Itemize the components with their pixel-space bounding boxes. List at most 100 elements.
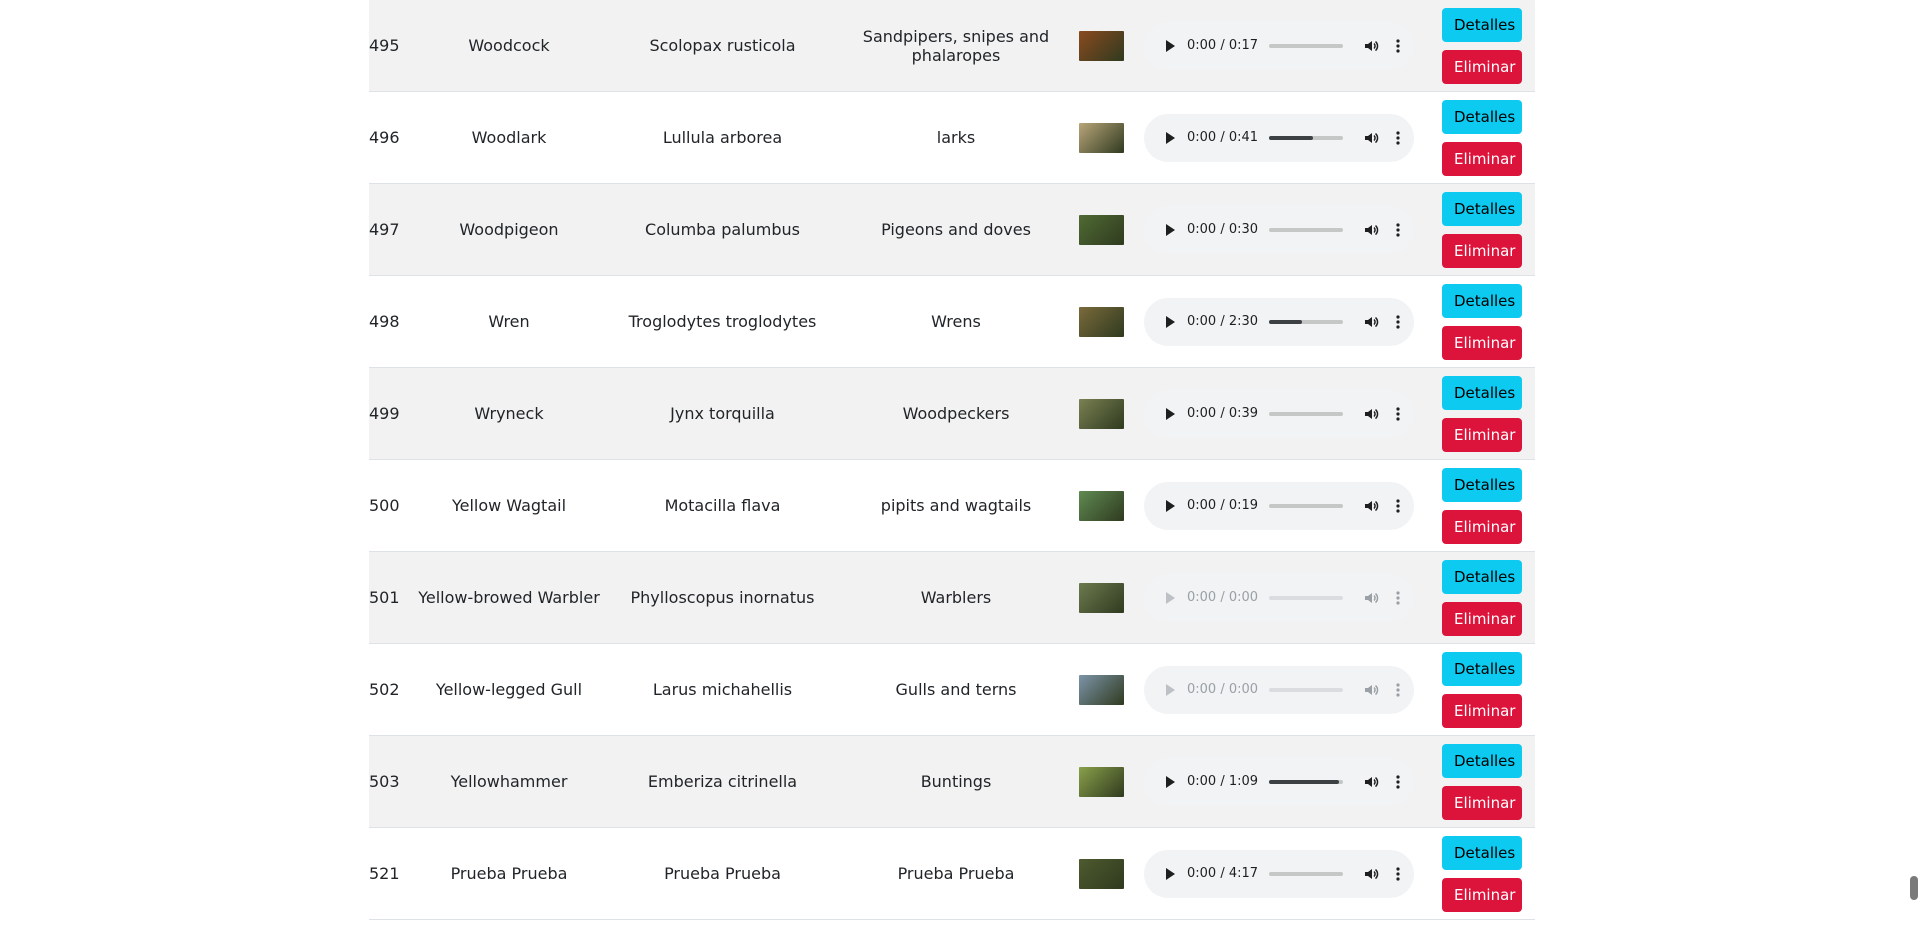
more-options-icon[interactable] — [1395, 222, 1401, 238]
audio-seek-slider[interactable] — [1269, 227, 1343, 232]
scrollbar-thumb[interactable] — [1910, 876, 1918, 900]
delete-button[interactable]: Eliminar — [1442, 233, 1522, 268]
more-options-icon[interactable] — [1395, 406, 1401, 422]
delete-button[interactable]: Eliminar — [1442, 49, 1522, 84]
vertical-scrollbar[interactable] — [1908, 0, 1920, 926]
details-button[interactable]: Detalles — [1442, 191, 1522, 226]
volume-icon[interactable] — [1363, 130, 1379, 146]
audio-seek-slider[interactable] — [1269, 43, 1343, 48]
details-button[interactable]: Detalles — [1442, 283, 1522, 318]
volume-icon[interactable] — [1363, 590, 1379, 606]
play-icon[interactable] — [1166, 223, 1175, 236]
more-options-icon[interactable] — [1395, 590, 1401, 606]
more-options-icon[interactable] — [1395, 498, 1401, 514]
audio-player[interactable]: 0:00 / 2:30 — [1144, 297, 1414, 346]
delete-button[interactable]: Eliminar — [1442, 325, 1522, 360]
row-scientific-name: Jynx torquilla — [601, 367, 844, 460]
volume-icon[interactable] — [1363, 314, 1379, 330]
audio-seek-slider[interactable] — [1269, 411, 1343, 416]
more-options-icon[interactable] — [1395, 866, 1401, 882]
audio-seek-slider[interactable] — [1269, 319, 1343, 324]
play-icon[interactable] — [1166, 867, 1175, 880]
row-scientific-name: Emberiza citrinella — [601, 735, 844, 828]
row-scientific-name: Phylloscopus inornatus — [601, 551, 844, 644]
row-common-name: Yellowhammer — [417, 735, 601, 828]
more-options-icon[interactable] — [1395, 314, 1401, 330]
audio-player[interactable]: 0:00 / 0:30 — [1144, 205, 1414, 254]
details-button[interactable]: Detalles — [1442, 835, 1522, 870]
more-options-icon[interactable] — [1395, 774, 1401, 790]
audio-time: 0:00 / 0:41 — [1187, 130, 1259, 145]
audio-player[interactable]: 0:00 / 0:00 — [1144, 573, 1414, 622]
audio-seek-slider[interactable] — [1269, 595, 1343, 600]
row-family: Gulls and terns — [844, 643, 1068, 736]
play-icon[interactable] — [1166, 407, 1175, 420]
volume-icon[interactable] — [1363, 774, 1379, 790]
audio-seek-fill — [1269, 779, 1340, 784]
audio-player[interactable]: 0:00 / 4:17 — [1144, 849, 1414, 898]
delete-button[interactable]: Eliminar — [1442, 141, 1522, 176]
more-options-icon[interactable] — [1395, 682, 1401, 698]
delete-button[interactable]: Eliminar — [1442, 601, 1522, 636]
row-actions: Detalles Eliminar — [1429, 835, 1535, 912]
more-options-icon[interactable] — [1395, 130, 1401, 146]
table-row: 502 Yellow-legged Gull Larus michahellis… — [369, 643, 1535, 736]
row-common-name: Yellow-legged Gull — [417, 643, 601, 736]
volume-icon[interactable] — [1363, 866, 1379, 882]
details-button[interactable]: Detalles — [1442, 559, 1522, 594]
audio-time: 0:00 / 0:00 — [1187, 590, 1259, 605]
row-actions: Detalles Eliminar — [1429, 99, 1535, 176]
volume-icon[interactable] — [1363, 498, 1379, 514]
bird-thumbnail-image — [1078, 398, 1124, 429]
birds-table-container: 495 Woodcock Scolopax rusticola Sandpipe… — [369, 0, 1535, 920]
audio-time: 0:00 / 1:09 — [1187, 774, 1259, 789]
row-id: 496 — [369, 91, 417, 184]
table-row: 496 Woodlark Lullula arborea larks 0:00 … — [369, 91, 1535, 184]
row-id: 495 — [369, 0, 417, 92]
delete-button[interactable]: Eliminar — [1442, 693, 1522, 728]
row-family: Sandpipers, snipes and phalaropes — [844, 0, 1068, 92]
audio-player[interactable]: 0:00 / 0:17 — [1144, 21, 1414, 70]
audio-player[interactable]: 0:00 / 1:09 — [1144, 757, 1414, 806]
details-button[interactable]: Detalles — [1442, 743, 1522, 778]
audio-player[interactable]: 0:00 / 0:39 — [1144, 389, 1414, 438]
details-button[interactable]: Detalles — [1442, 99, 1522, 134]
delete-button[interactable]: Eliminar — [1442, 785, 1522, 820]
audio-player[interactable]: 0:00 / 0:41 — [1144, 113, 1414, 162]
row-common-name: Wryneck — [417, 367, 601, 460]
audio-player[interactable]: 0:00 / 0:19 — [1144, 481, 1414, 530]
play-icon[interactable] — [1166, 683, 1175, 696]
details-button[interactable]: Detalles — [1442, 651, 1522, 686]
play-icon[interactable] — [1166, 39, 1175, 52]
play-icon[interactable] — [1166, 315, 1175, 328]
delete-button[interactable]: Eliminar — [1442, 877, 1522, 912]
row-family: Woodpeckers — [844, 367, 1068, 460]
volume-icon[interactable] — [1363, 682, 1379, 698]
volume-icon[interactable] — [1363, 222, 1379, 238]
play-icon[interactable] — [1166, 131, 1175, 144]
audio-seek-slider[interactable] — [1269, 687, 1343, 692]
delete-button[interactable]: Eliminar — [1442, 509, 1522, 544]
audio-player[interactable]: 0:00 / 0:00 — [1144, 665, 1414, 714]
details-button[interactable]: Detalles — [1442, 7, 1522, 42]
more-options-icon[interactable] — [1395, 38, 1401, 54]
volume-icon[interactable] — [1363, 406, 1379, 422]
audio-seek-slider[interactable] — [1269, 779, 1343, 784]
audio-seek-slider[interactable] — [1269, 503, 1343, 508]
birds-table: 495 Woodcock Scolopax rusticola Sandpipe… — [369, 0, 1535, 920]
table-row: 495 Woodcock Scolopax rusticola Sandpipe… — [369, 0, 1535, 92]
details-button[interactable]: Detalles — [1442, 467, 1522, 502]
play-icon[interactable] — [1166, 775, 1175, 788]
audio-seek-slider[interactable] — [1269, 135, 1343, 140]
volume-icon[interactable] — [1363, 38, 1379, 54]
delete-button[interactable]: Eliminar — [1442, 417, 1522, 452]
row-common-name: Yellow Wagtail — [417, 459, 601, 552]
bird-thumbnail-image — [1078, 30, 1124, 61]
row-scientific-name: Motacilla flava — [601, 459, 844, 552]
details-button[interactable]: Detalles — [1442, 375, 1522, 410]
audio-seek-slider[interactable] — [1269, 871, 1343, 876]
play-icon[interactable] — [1166, 591, 1175, 604]
table-body: 495 Woodcock Scolopax rusticola Sandpipe… — [369, 0, 1535, 920]
play-icon[interactable] — [1166, 499, 1175, 512]
table-row: 497 Woodpigeon Columba palumbus Pigeons … — [369, 183, 1535, 276]
